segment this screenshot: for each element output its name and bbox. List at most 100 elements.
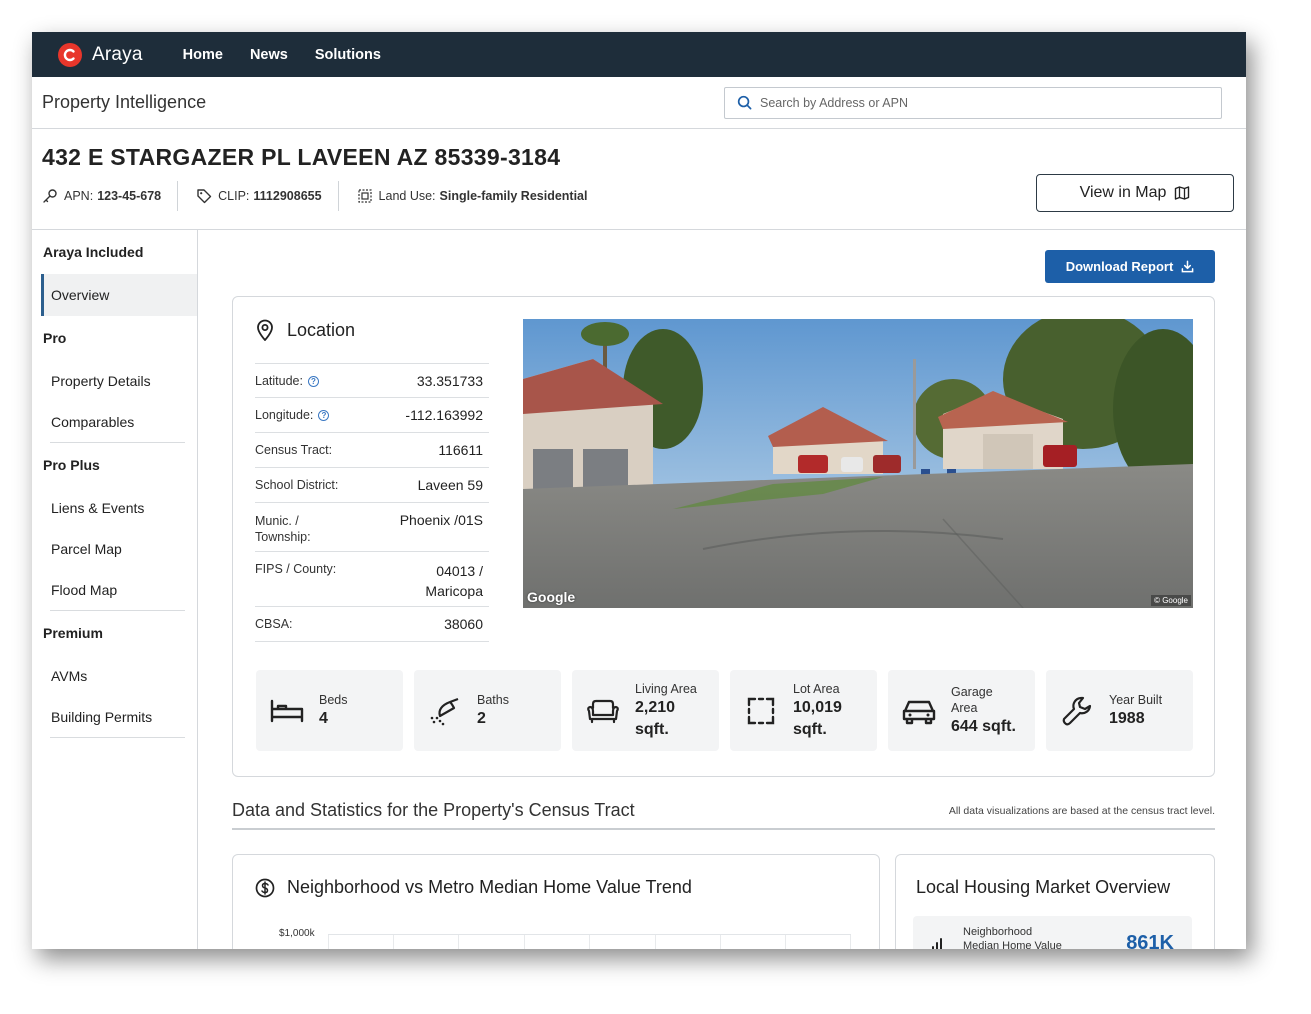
sub-header: Property Intelligence — [32, 77, 1246, 129]
stat-beds: Beds 4 — [256, 670, 403, 751]
brand-name: Araya — [92, 43, 143, 65]
housing-market-card: Local Housing Market Overview Neighborho… — [895, 854, 1215, 949]
latitude-value: 33.351733 — [416, 373, 483, 389]
grid-line — [589, 935, 590, 949]
divider — [177, 181, 179, 211]
table-row: Longitude:? -112.163992 — [255, 398, 489, 433]
brand-logo[interactable]: Araya — [58, 42, 143, 67]
nav-solutions[interactable]: Solutions — [315, 47, 381, 63]
sidebar-item-avms[interactable]: AVMs — [32, 655, 197, 696]
sidebar-item-overview[interactable]: Overview — [41, 274, 197, 316]
stat-label: Year Built — [1109, 692, 1163, 707]
street-view-photo[interactable]: Google © Google — [523, 319, 1193, 608]
sidebar-item-flood-map[interactable]: Flood Map — [32, 569, 197, 610]
grid-line — [458, 935, 459, 949]
sidebar-group-araya-included: Araya Included — [43, 244, 144, 260]
key-icon — [43, 189, 57, 203]
stat-label-line2: Area — [951, 700, 978, 715]
property-address: 432 E STARGAZER PL LAVEEN AZ 85339-3184 — [42, 144, 561, 170]
app-title: Property Intelligence — [42, 92, 207, 112]
stat-value: 2 — [477, 709, 486, 727]
table-row: Latitude:? 33.351733 — [255, 363, 489, 398]
table-row: Census Tract: 116611 — [255, 433, 489, 468]
fips-county-value: 04013 /Maricopa — [425, 563, 483, 599]
nav-home[interactable]: Home — [183, 47, 223, 63]
property-header: 432 E STARGAZER PL LAVEEN AZ 85339-3184 … — [32, 129, 1246, 230]
stat-label: Living Area — [635, 681, 697, 696]
land-use-label: Land Use: — [378, 189, 436, 203]
bar-chart-icon — [932, 938, 942, 949]
divider — [50, 737, 185, 738]
stat-baths: Baths 2 — [414, 670, 561, 751]
nav-news[interactable]: News — [250, 47, 288, 63]
sidebar-item-property-details[interactable]: Property Details — [32, 360, 197, 401]
sidebar-item-comparables[interactable]: Comparables — [32, 401, 197, 442]
apn-value: 123-45-678 — [97, 189, 162, 203]
search-input[interactable] — [760, 95, 1200, 110]
stat-value: 2,210 — [635, 698, 676, 716]
stat-lot-area: Lot Area 10,019 sqft. — [730, 670, 877, 751]
tag-icon — [197, 189, 212, 204]
araya-logo-icon — [58, 42, 82, 67]
land-use-value: Single-family Residential — [439, 189, 588, 203]
google-watermark: Google — [527, 589, 576, 605]
longitude-value: -112.163992 — [405, 407, 483, 423]
grid-line — [655, 935, 656, 949]
stat-label: Beds — [319, 692, 348, 707]
census-tract-label: Census Tract: — [255, 443, 333, 457]
sidebar-group-pro-plus: Pro Plus — [43, 457, 100, 473]
grid-line — [785, 935, 786, 949]
school-district-label: School District: — [255, 478, 339, 492]
fips-county-label: FIPS / County: — [255, 562, 337, 576]
land-use-meta: Land Use: Single-family Residential — [357, 188, 604, 204]
dollar-circle-icon — [255, 878, 275, 897]
y-axis-tick: $1,000k — [279, 928, 315, 939]
sidebar-group-premium: Premium — [43, 625, 103, 641]
stat-value: 1988 — [1109, 709, 1145, 727]
apn-meta: APN: 123-45-678 — [42, 188, 177, 204]
table-row: CBSA: 38060 — [255, 607, 489, 642]
help-icon[interactable]: ? — [318, 410, 330, 421]
clip-label: CLIP: — [218, 189, 250, 203]
location-table: Latitude:? 33.351733 Longitude:? -112.16… — [255, 363, 489, 642]
location-pin-icon — [257, 319, 273, 341]
shower-icon — [430, 697, 459, 725]
longitude-label: Longitude:? — [255, 398, 330, 432]
property-stats: Beds 4 Baths 2 Living Area 2,210 sqft. Lot A… — [256, 670, 1204, 751]
apn-label: APN: — [64, 189, 94, 203]
township-value: Phoenix /01S — [399, 512, 483, 528]
stat-unit: sqft. — [635, 720, 669, 738]
home-value-trend-card: Neighborhood vs Metro Median Home Value … — [232, 854, 880, 949]
location-title: Location — [255, 319, 355, 341]
census-tract-value: 116611 — [438, 442, 483, 458]
divider — [337, 181, 339, 211]
search-box[interactable] — [724, 86, 1222, 119]
stat-label: Garage — [951, 684, 993, 699]
stat-year-built: Year Built 1988 — [1046, 670, 1193, 751]
lot-area-icon — [747, 697, 775, 724]
help-icon[interactable]: ? — [307, 376, 319, 387]
wrench-icon — [1062, 696, 1092, 725]
property-meta: APN: 123-45-678 CLIP: 1112908655 Land Us… — [42, 181, 604, 211]
sidebar-item-liens-events[interactable]: Liens & Events — [32, 487, 197, 528]
township-label: Munic. / Township: — [255, 514, 311, 544]
main-content: Download Report Location Latitude:? 33.3… — [198, 230, 1246, 949]
school-district-value: Laveen 59 — [417, 477, 483, 493]
sofa-icon — [587, 699, 619, 723]
stat-garage-area: Garage Area 644 sqft. — [888, 670, 1035, 751]
stat-value: 10,019 — [793, 698, 842, 716]
clip-meta: CLIP: 1112908655 — [196, 188, 337, 204]
download-report-button[interactable]: Download Report — [1045, 250, 1215, 283]
top-nav: Araya Home News Solutions — [32, 32, 1246, 77]
stat-unit: sqft. — [793, 720, 827, 738]
view-in-map-button[interactable]: View in Map — [1036, 174, 1234, 212]
grid-line — [524, 935, 525, 949]
sidebar-item-parcel-map[interactable]: Parcel Map — [32, 528, 197, 569]
table-row: School District: Laveen 59 — [255, 468, 489, 503]
table-row: FIPS / County: 04013 /Maricopa — [255, 552, 489, 607]
latitude-label: Latitude:? — [255, 364, 319, 397]
cbsa-value: 38060 — [444, 616, 483, 632]
street-view-image — [523, 319, 1193, 608]
sidebar-item-building-permits[interactable]: Building Permits — [32, 696, 197, 737]
location-title-text: Location — [287, 319, 356, 340]
